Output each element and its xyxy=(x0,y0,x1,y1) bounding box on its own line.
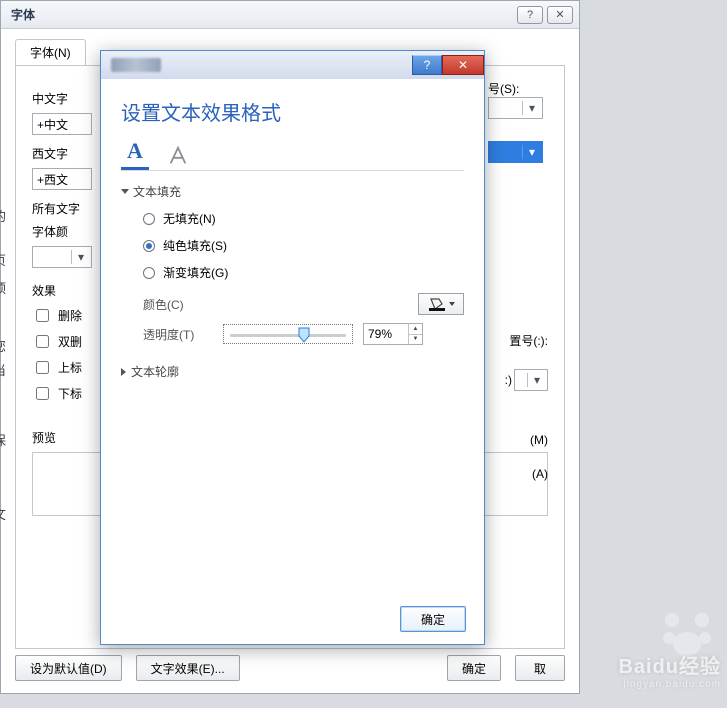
caret-right-icon xyxy=(121,368,126,376)
chevron-down-icon: ▾ xyxy=(522,145,538,159)
watermark-paw-icon xyxy=(657,608,717,658)
label-all-text: 所有文字 xyxy=(32,200,80,217)
fx-close-button[interactable]: ✕ xyxy=(442,55,484,75)
fx-dialog-titlebar: ? ✕ xyxy=(101,51,484,79)
chevron-down-icon: ▾ xyxy=(71,250,87,264)
chevron-down-icon xyxy=(449,302,455,306)
label-western-font: 西文字 xyxy=(32,145,68,162)
radio-icon xyxy=(143,267,155,279)
fx-tab-text-outline[interactable] xyxy=(167,145,189,170)
label-number-colon: 置号(:): xyxy=(509,334,548,348)
watermark: Baidu经验 jingyan.baidu.com xyxy=(618,650,721,690)
fx-tab-text-fill[interactable]: A xyxy=(121,138,149,170)
label-chinese-font: 中文字 xyxy=(32,90,68,107)
label-effects: 效果 xyxy=(32,282,56,299)
fx-dialog-title-blurred xyxy=(111,58,161,72)
label-size: 号(S): xyxy=(488,80,519,97)
radio-solid-fill[interactable]: 纯色填充(S) xyxy=(143,237,464,254)
page-edge-text: 顶 xyxy=(0,278,6,297)
font-dialog-titlebar: 字体 ? ✕ xyxy=(1,1,579,29)
fill-bucket-icon xyxy=(428,297,446,311)
fx-help-button[interactable]: ? xyxy=(412,55,442,75)
label-right-combo: :) xyxy=(505,373,512,387)
radio-gradient-fill[interactable]: 渐变填充(G) xyxy=(143,264,464,281)
combo-size-2[interactable]: ▾ xyxy=(488,141,543,163)
combo-right[interactable]: ▾ xyxy=(514,369,548,391)
spinner-down-icon[interactable]: ▼ xyxy=(409,335,422,345)
caret-down-icon xyxy=(121,189,129,194)
set-default-button[interactable]: 设为默认值(D) xyxy=(15,655,122,681)
font-dialog-close-button[interactable]: ✕ xyxy=(547,6,573,24)
page-edge-text: 页 xyxy=(0,250,6,269)
fx-ok-button[interactable]: 确定 xyxy=(400,606,466,632)
chevron-down-icon: ▾ xyxy=(522,101,538,115)
page-edge-text: 当 xyxy=(0,360,6,379)
font-dialog-title: 字体 xyxy=(11,6,35,23)
combo-chinese-font[interactable]: +中文 xyxy=(32,113,92,135)
transparency-spinner[interactable]: 79% ▲ ▼ xyxy=(363,323,423,345)
combo-font-color[interactable]: ▾ xyxy=(32,246,92,268)
text-effects-button[interactable]: 文字效果(E)... xyxy=(136,655,240,681)
tab-font[interactable]: 字体(N) xyxy=(15,39,86,65)
text-effects-dialog: ? ✕ 设置文本效果格式 A 文本填充 无填充(N) 纯 xyxy=(100,50,485,645)
expander-text-fill[interactable]: 文本填充 xyxy=(121,183,464,200)
label-color: 颜色(C) xyxy=(143,296,213,313)
page-edge-text: 保 xyxy=(0,430,6,449)
spinner-up-icon[interactable]: ▲ xyxy=(409,324,422,335)
label-a: (A) xyxy=(532,467,548,481)
radio-icon xyxy=(143,213,155,225)
combo-western-font[interactable]: +西文 xyxy=(32,168,92,190)
label-font-color: 字体颜 xyxy=(32,223,68,240)
color-picker-button[interactable] xyxy=(418,293,464,315)
label-m: (M) xyxy=(530,433,548,447)
combo-size-1[interactable]: ▾ xyxy=(488,97,543,119)
radio-no-fill[interactable]: 无填充(N) xyxy=(143,210,464,227)
outline-a-icon xyxy=(167,145,189,167)
font-dialog-help-button[interactable]: ? xyxy=(517,6,543,24)
slider-thumb-icon[interactable] xyxy=(298,327,310,343)
chevron-down-icon: ▾ xyxy=(527,373,543,387)
fx-heading: 设置文本效果格式 xyxy=(121,97,464,126)
page-edge-text: 文 xyxy=(0,504,6,523)
font-cancel-button[interactable]: 取 xyxy=(515,655,565,681)
expander-text-outline[interactable]: 文本轮廓 xyxy=(121,363,464,380)
radio-selected-icon xyxy=(143,240,155,252)
transparency-slider[interactable] xyxy=(223,324,353,344)
font-ok-button[interactable]: 确定 xyxy=(447,655,501,681)
label-preview: 预览 xyxy=(32,429,56,446)
page-edge-text: 的 xyxy=(0,206,6,225)
label-transparency: 透明度(T) xyxy=(143,326,213,343)
page-edge-text: 您 xyxy=(0,336,6,355)
